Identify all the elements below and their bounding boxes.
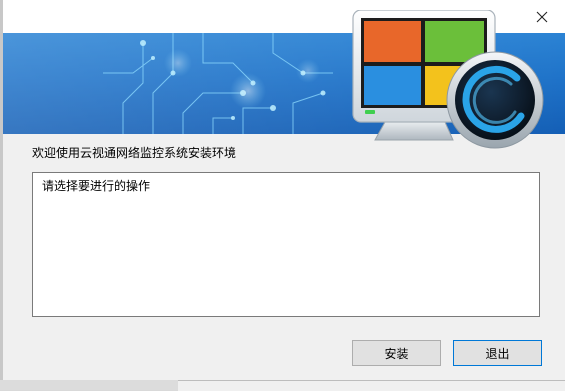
- welcome-message: 欢迎使用云视通网络监控系统安装环境: [32, 146, 237, 160]
- status-log-box: 请选择要进行的操作: [32, 172, 540, 317]
- installer-window: 欢迎使用云视通网络监控系统安装环境 请选择要进行的操作 安装 退出: [0, 0, 565, 391]
- exit-button[interactable]: 退出: [453, 340, 542, 366]
- log-line: 请选择要进行的操作: [42, 179, 151, 193]
- background-strip: [0, 380, 178, 390]
- install-button[interactable]: 安装: [352, 340, 441, 366]
- background-strip-right: [178, 380, 565, 391]
- monitor-windows-logo-icon: [352, 10, 544, 149]
